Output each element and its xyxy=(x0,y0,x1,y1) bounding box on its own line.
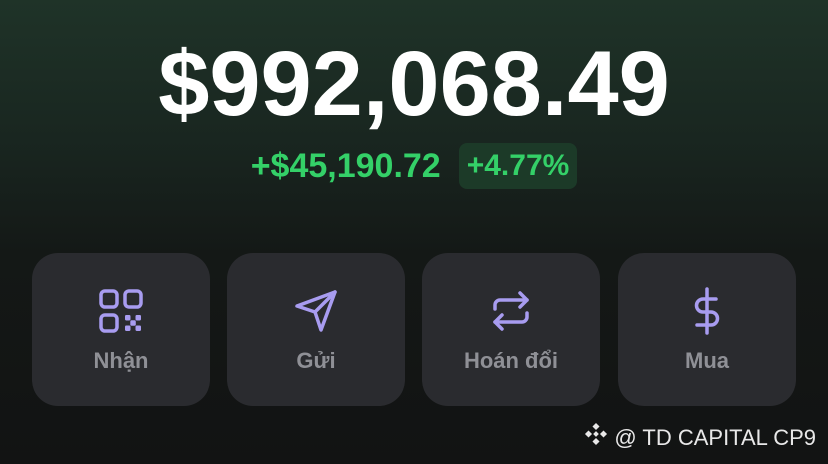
send-label: Gửi xyxy=(296,348,336,373)
buy-button[interactable]: Mua xyxy=(618,253,796,406)
receive-button[interactable]: Nhận xyxy=(32,253,210,406)
send-icon xyxy=(227,287,405,335)
swap-label: Hoán đổi xyxy=(463,348,559,373)
watermark-text: @ TD CAPITAL CP9 xyxy=(614,425,816,450)
action-buttons: Nhận Gửi Hoán đổi Mua xyxy=(32,253,797,406)
binance-logo-icon xyxy=(584,422,608,454)
watermark: @ TD CAPITAL CP9 xyxy=(584,422,816,454)
swap-button[interactable]: Hoán đổi xyxy=(422,253,600,406)
qr-code-icon xyxy=(32,287,210,335)
change-amount: +$45,190.72 xyxy=(250,147,441,185)
dollar-icon xyxy=(618,287,796,335)
swap-icon xyxy=(422,287,600,335)
change-percent-badge: +4.77% xyxy=(458,143,578,189)
balance-change-row: +$45,190.72 +4.77% xyxy=(0,143,828,189)
total-balance: $992,068.49 xyxy=(158,33,670,135)
buy-label: Mua xyxy=(685,348,729,373)
send-button[interactable]: Gửi xyxy=(227,253,405,406)
receive-label: Nhận xyxy=(93,348,149,373)
